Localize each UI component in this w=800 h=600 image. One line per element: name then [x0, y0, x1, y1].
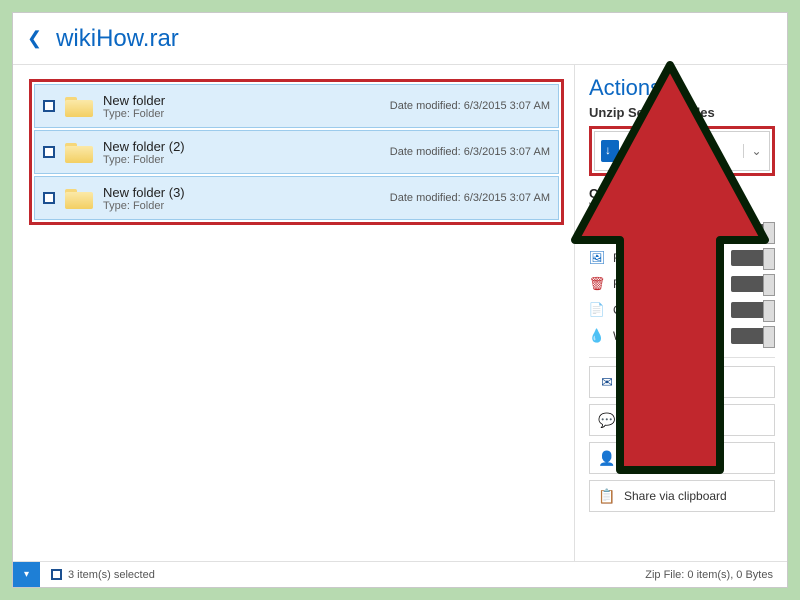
file-date: Date modified: 6/3/2015 3:07 AM — [390, 192, 550, 204]
share-action[interactable]: 👤 Social Media — [589, 442, 775, 474]
share-action[interactable]: ✉ Email — [589, 366, 775, 398]
file-type: Type: Folder — [103, 200, 390, 212]
toggle-switch[interactable] — [731, 224, 775, 240]
unzip-main[interactable]: Unzip to: C:\Users\...\wikiHow — [595, 139, 743, 164]
unzip-section-label: Unzip Selected Files — [589, 105, 775, 120]
file-checkbox[interactable] — [43, 146, 55, 158]
toggle-icon: 🔒 — [589, 224, 605, 240]
status-checkbox[interactable] — [51, 569, 62, 580]
action-label: Email — [624, 375, 654, 389]
file-row[interactable]: New folder (2)Type: FolderDate modified:… — [34, 130, 559, 174]
toggle-row[interactable]: 🖼 Reduce Photos — [589, 245, 775, 271]
file-type: Type: Folder — [103, 108, 390, 120]
header-bar: ❮ wikiHow.rar — [13, 13, 787, 65]
sidebar-title: Actions — [589, 75, 775, 101]
unzip-path: C:\Users\...\wikiHow — [625, 153, 714, 164]
toggle-label: Reduce Photos — [613, 251, 731, 265]
toggle-icon: 💧 — [589, 328, 605, 344]
unzip-label: Unzip to: — [625, 139, 714, 153]
action-label: Social Media — [624, 451, 693, 465]
share-action[interactable]: 💬 Instant Message — [589, 404, 775, 436]
archive-title: wikiHow.rar — [56, 25, 179, 53]
file-type: Type: Folder — [103, 154, 390, 166]
toggle-icon: 📄 — [589, 302, 605, 318]
app-window: ❮ wikiHow.rar New folderType: FolderDate… — [12, 12, 788, 588]
toggle-switch[interactable] — [731, 276, 775, 292]
action-icon: ✉ — [598, 374, 616, 390]
body: New folderType: FolderDate modified: 6/3… — [13, 65, 787, 561]
status-bar: ▾ 3 item(s) selected Zip File: 0 item(s)… — [13, 561, 787, 587]
status-zip-info: Zip File: 0 item(s), 0 Bytes — [645, 569, 773, 581]
file-name: New folder (3) — [103, 185, 390, 200]
file-name: New folder (2) — [103, 139, 390, 154]
file-row[interactable]: New folderType: FolderDate modified: 6/3… — [34, 84, 559, 128]
actions-sidebar: Actions Unzip Selected Files Unzip to: C… — [575, 65, 787, 561]
file-row[interactable]: New folder (3)Type: FolderDate modified:… — [34, 176, 559, 220]
convert-title: Convert & Protect Files — [589, 186, 775, 201]
file-date: Date modified: 6/3/2015 3:07 AM — [390, 100, 550, 112]
status-selected: 3 item(s) selected — [68, 569, 155, 581]
toggle-row[interactable]: 📄 Convert to PDF — [589, 297, 775, 323]
toggle-label: Remove Info — [613, 277, 731, 291]
toggle-switch[interactable] — [731, 250, 775, 266]
file-checkbox[interactable] — [43, 100, 55, 112]
toggle-icon: 🗑 — [589, 276, 605, 292]
toggle-switch[interactable] — [731, 302, 775, 318]
unzip-dropdown[interactable]: ⌄ — [743, 144, 769, 158]
action-icon: 📋 — [598, 488, 616, 504]
share-action[interactable]: 📋 Share via clipboard — [589, 480, 775, 512]
toggle-label: Watermark — [613, 329, 731, 343]
action-label: Instant Message — [624, 413, 712, 427]
file-meta: New folder (3)Type: Folder — [103, 185, 390, 212]
toggle-switch[interactable] — [731, 328, 775, 344]
toggle-icon: 🖼 — [589, 250, 605, 266]
toggle-label: Encrypt — [613, 225, 731, 239]
action-icon: 👤 — [598, 450, 616, 466]
action-label: Share via clipboard — [624, 489, 727, 503]
toggle-row[interactable]: 💧 Watermark — [589, 323, 775, 349]
back-chevron-icon[interactable]: ❮ — [27, 28, 42, 49]
folder-icon — [65, 141, 93, 163]
file-list-pane: New folderType: FolderDate modified: 6/3… — [13, 65, 575, 561]
toggle-row[interactable]: 🗑 Remove Info — [589, 271, 775, 297]
file-list-highlight: New folderType: FolderDate modified: 6/3… — [29, 79, 564, 225]
unzip-icon — [601, 140, 619, 162]
unzip-to-button[interactable]: Unzip to: C:\Users\...\wikiHow ⌄ — [594, 131, 770, 171]
divider — [589, 357, 775, 358]
folder-icon — [65, 187, 93, 209]
file-meta: New folderType: Folder — [103, 93, 390, 120]
file-meta: New folder (2)Type: Folder — [103, 139, 390, 166]
unzip-highlight: Unzip to: C:\Users\...\wikiHow ⌄ — [589, 126, 775, 176]
folder-icon — [65, 95, 93, 117]
convert-hint: When adding files to this zip: — [589, 201, 775, 213]
toggle-label: Convert to PDF — [613, 303, 731, 317]
file-name: New folder — [103, 93, 390, 108]
action-icon: 💬 — [598, 412, 616, 428]
file-checkbox[interactable] — [43, 192, 55, 204]
toggle-row[interactable]: 🔒 Encrypt — [589, 219, 775, 245]
status-dropdown[interactable]: ▾ — [13, 562, 41, 587]
file-date: Date modified: 6/3/2015 3:07 AM — [390, 146, 550, 158]
